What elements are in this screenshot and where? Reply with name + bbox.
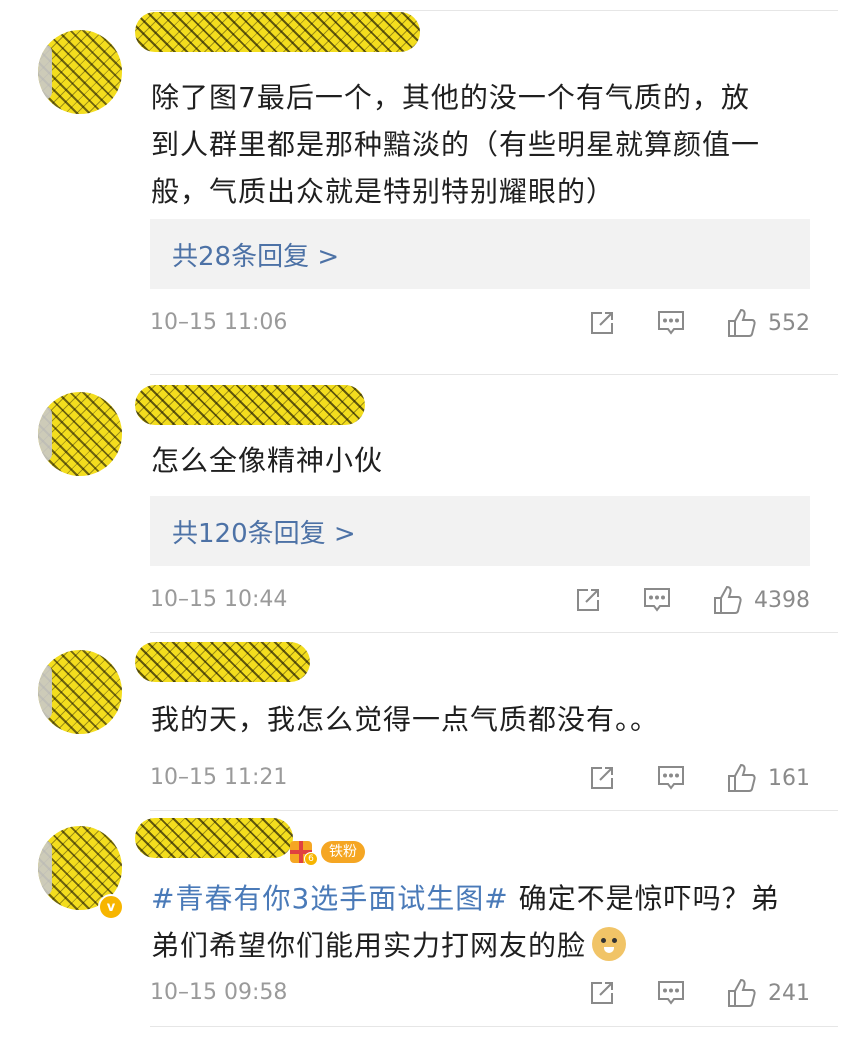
verified-v-icon: v xyxy=(98,894,124,920)
thumbs-up-icon xyxy=(728,308,756,337)
comment-time: 10–15 11:06 xyxy=(150,310,288,335)
like-button[interactable]: 552 xyxy=(726,307,810,339)
hashtag-link[interactable]: #青春有你3选手面试生图# xyxy=(151,882,509,915)
like-count: 4398 xyxy=(754,587,810,613)
username-redacted[interactable] xyxy=(135,642,310,682)
comment-icon xyxy=(644,588,670,612)
like-count: 552 xyxy=(768,310,810,336)
comment-button[interactable] xyxy=(656,978,686,1008)
comment-actions: 241 xyxy=(588,976,810,1010)
comment-text-line2: 弟们希望你们能用实力打网友的脸 xyxy=(151,929,587,962)
view-replies-button[interactable]: 共28条回复 > xyxy=(150,219,810,289)
comment-actions: 161 xyxy=(588,761,810,795)
comment-meta: 10–15 09:58 241 xyxy=(150,976,810,1010)
comment-text: 怎么全像精神小伙 xyxy=(151,444,384,477)
view-replies-button[interactable]: 共120条回复 > xyxy=(150,496,810,566)
comment-button[interactable] xyxy=(656,308,686,338)
share-icon xyxy=(591,982,613,1004)
top-divider xyxy=(150,10,838,11)
share-button[interactable] xyxy=(588,979,616,1007)
comment-icon xyxy=(658,311,684,335)
comment-button[interactable] xyxy=(642,585,672,615)
share-button[interactable] xyxy=(588,309,616,337)
comment-actions: 552 xyxy=(588,306,810,340)
bottom-divider xyxy=(150,1026,838,1027)
comment-divider xyxy=(150,810,838,811)
comment-meta: 10–15 11:21 161 xyxy=(150,761,810,795)
replies-label: 共120条回复 > xyxy=(172,518,356,549)
like-count: 161 xyxy=(768,765,810,791)
comment-text: #青春有你3选手面试生图# 确定不是惊吓吗？弟弟们希望你们能用实力打网友的脸 xyxy=(151,875,811,969)
replies-label: 共28条回复 > xyxy=(172,241,340,272)
comment-meta: 10–15 10:44 4398 xyxy=(150,583,810,617)
share-icon xyxy=(591,312,613,334)
username-redacted[interactable] xyxy=(135,12,420,52)
username-redacted[interactable] xyxy=(135,818,293,858)
comment-icon xyxy=(658,766,684,790)
comment-text-line1: 确定不是惊吓吗？弟 xyxy=(508,882,780,915)
badge-label: 铁粉 xyxy=(321,841,365,863)
username-redacted[interactable] xyxy=(135,385,365,425)
like-button[interactable]: 161 xyxy=(726,762,810,794)
comment-text: 除了图7最后一个，其他的没一个有气质的，放 到人群里都是那种黯淡的（有些明星就算… xyxy=(151,81,761,208)
comment-divider xyxy=(150,632,838,633)
comment-text: 我的天，我怎么觉得一点气质都没有。。 xyxy=(151,703,660,736)
share-button[interactable] xyxy=(574,586,602,614)
thumbs-up-icon xyxy=(714,585,742,614)
avatar[interactable] xyxy=(38,392,122,476)
like-count: 241 xyxy=(768,980,810,1006)
thumbs-up-icon xyxy=(728,763,756,792)
avatar[interactable] xyxy=(38,650,122,734)
share-icon xyxy=(577,589,599,611)
like-button[interactable]: 241 xyxy=(726,977,810,1009)
share-button[interactable] xyxy=(588,764,616,792)
comment-divider xyxy=(150,374,838,375)
comment-time: 10–15 09:58 xyxy=(150,980,288,1005)
comment-time: 10–15 10:44 xyxy=(150,587,288,612)
share-icon xyxy=(591,767,613,789)
comment-meta: 10–15 11:06 552 xyxy=(150,306,810,340)
fan-badge[interactable]: 6 铁粉 xyxy=(290,839,365,866)
comment-button[interactable] xyxy=(656,763,686,793)
like-button[interactable]: 4398 xyxy=(712,584,810,616)
comment-icon xyxy=(658,981,684,1005)
avatar[interactable] xyxy=(38,30,122,114)
comment-actions: 4398 xyxy=(574,583,810,617)
comment-time: 10–15 11:21 xyxy=(150,765,288,790)
doge-emoji-icon xyxy=(592,927,627,961)
thumbs-up-icon xyxy=(728,978,756,1007)
badge-tier: 6 xyxy=(304,852,318,866)
